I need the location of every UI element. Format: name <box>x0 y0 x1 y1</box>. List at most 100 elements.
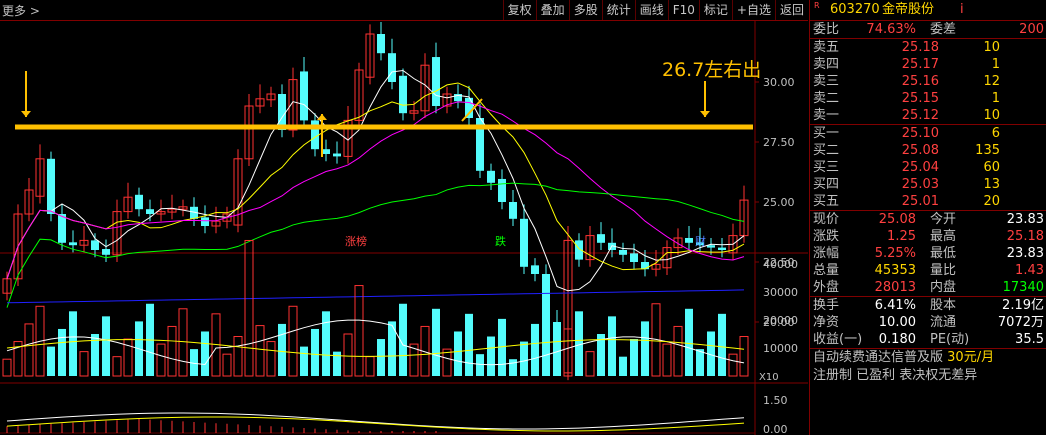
quote-panel: R 603270 金帝股份 i 委比 74.63% 委差 200 卖五 25.18… <box>809 0 1046 435</box>
stat-value: 1.25 <box>887 229 916 244</box>
stat-row: 收益(一) 0.180 PE(动) 35.5 <box>810 331 1046 348</box>
stat-label: 涨跌 <box>813 229 840 244</box>
volume-bar-up <box>79 351 89 377</box>
info-icon[interactable]: i <box>960 0 964 20</box>
toolbar-button-1[interactable]: 叠加 <box>535 0 569 20</box>
bid-volume: 20 <box>983 194 1000 209</box>
stat-label: 总量 <box>813 263 840 278</box>
candle-body-down <box>333 153 341 157</box>
candle-body-down <box>377 34 385 54</box>
candle-body-down <box>102 249 110 255</box>
bid-label: 买三 <box>813 160 840 175</box>
price-tick-label: 30.00 <box>763 76 795 89</box>
toolbar-button-8[interactable]: 返回 <box>774 0 808 20</box>
macd-dif <box>6 412 745 430</box>
down-arrow-2-head <box>700 111 710 117</box>
stat-label: 最高 <box>930 229 957 244</box>
chart-toolbar: 更多 > 复权 叠加 多股 统计 画线 F10 标记 +自选 返回 <box>0 0 808 21</box>
weicha-value: 200 <box>1019 22 1044 37</box>
volume-bar-up <box>178 308 188 377</box>
stat-value: 35.5 <box>1015 332 1044 347</box>
toolbar-button-6[interactable]: 标记 <box>698 0 732 20</box>
stat-label: 股本 <box>930 298 957 313</box>
candle-body-down <box>498 178 506 202</box>
stat-label: 量比 <box>930 263 957 278</box>
stat-value: 23.83 <box>1006 212 1044 227</box>
candle-body-down <box>685 238 693 243</box>
candle-body-down <box>146 209 154 214</box>
ask-row: 卖一 25.12 10 <box>810 107 1046 124</box>
stat-label: 涨幅 <box>813 246 840 261</box>
stat-row: 涨幅 5.25% 最低 23.83 <box>810 245 1046 262</box>
volume-bar-down <box>531 323 539 376</box>
weicha-label: 委差 <box>930 22 957 37</box>
stat-value: 2.19亿 <box>1002 298 1044 313</box>
volume-bar-down <box>454 331 462 376</box>
webi-row: 委比 74.63% 委差 200 <box>810 21 1046 38</box>
candle-body-down <box>630 253 638 262</box>
volume-bar-down <box>509 359 517 376</box>
ask-price: 25.18 <box>901 40 939 55</box>
ask-label: 卖四 <box>813 57 840 72</box>
bid-row: 买四 25.03 13 <box>810 176 1046 193</box>
bid-row: 买三 25.04 60 <box>810 159 1046 176</box>
bid-price: 25.08 <box>901 143 939 158</box>
volume-tick-label: 40000 <box>763 258 798 271</box>
candle-body-down <box>531 265 539 274</box>
toolbar-button-2[interactable]: 多股 <box>568 0 602 20</box>
r-flag: R <box>814 1 820 10</box>
stat-row: 总量 45353 量比 1.43 <box>810 262 1046 279</box>
toolbar-button-7[interactable]: +自选 <box>731 0 775 20</box>
ask-label: 卖一 <box>813 108 840 123</box>
volume-bar-up <box>365 356 375 377</box>
stat-label: 净资 <box>813 315 840 330</box>
volume-bar-down <box>47 346 55 376</box>
stat-label: PE(动) <box>930 332 970 347</box>
candle-body-down <box>597 234 605 243</box>
candle-body-down <box>619 250 627 255</box>
stat-value: 25.18 <box>1006 229 1044 244</box>
down-arrow-1-head <box>21 111 31 117</box>
volume-bar-down <box>278 323 286 376</box>
volume-bar-up <box>222 353 232 377</box>
volume-bar-down <box>619 356 627 376</box>
volume-tick-label: 30000 <box>763 286 798 299</box>
macd-dea <box>6 416 745 432</box>
volume-bar-up <box>266 341 276 377</box>
toolbar-button-3[interactable]: 统计 <box>601 0 635 20</box>
stock-name: 金帝股份 <box>882 2 935 17</box>
macd-tick-label: 1.50 <box>763 394 788 407</box>
candle-body-down <box>69 242 77 246</box>
volume-bar-down <box>696 349 704 376</box>
kline-chart[interactable]: 30.0027.5025.0022.5020.00400003000020000… <box>0 21 808 435</box>
volume-bar-up <box>673 325 683 377</box>
toolbar-buttons: 复权 叠加 多股 统计 画线 F10 标记 +自选 返回 <box>502 0 808 20</box>
stat-value: 7072万 <box>997 315 1044 330</box>
candle-body-down <box>135 194 143 210</box>
volume-bar-down <box>718 313 726 376</box>
volume-bar-down <box>465 313 473 376</box>
stat-label: 现价 <box>813 212 840 227</box>
ma60-line <box>6 182 745 308</box>
toolbar-button-0[interactable]: 复权 <box>502 0 536 20</box>
volume-bar-up <box>156 343 166 377</box>
toolbar-button-5[interactable]: F10 <box>667 0 699 20</box>
candle-body-down <box>553 322 561 351</box>
toolbar-button-4[interactable]: 画线 <box>634 0 668 20</box>
stat-value: 1.43 <box>1015 263 1044 278</box>
bid-row: 买二 25.08 135 <box>810 142 1046 159</box>
candle-body-down <box>388 53 396 82</box>
up-arrow-head <box>317 114 327 120</box>
volume-bar-down <box>377 339 385 376</box>
volume-bar-up <box>2 358 12 377</box>
volume-bar-up <box>112 356 122 377</box>
more-menu-button[interactable]: 更多 > <box>2 2 40 19</box>
candle-body-down <box>201 217 209 226</box>
subscription-ad[interactable]: 自动续费通达信普及版 30元/月 <box>810 349 1046 367</box>
volume-bar-up <box>167 325 177 377</box>
candle-body-down <box>641 262 649 270</box>
stat-value: 23.83 <box>1006 246 1044 261</box>
candle-body-down <box>432 57 440 106</box>
candle-body-down <box>322 149 330 154</box>
stock-tags: 注册制 已盈利 表决权无差异 <box>813 368 978 383</box>
